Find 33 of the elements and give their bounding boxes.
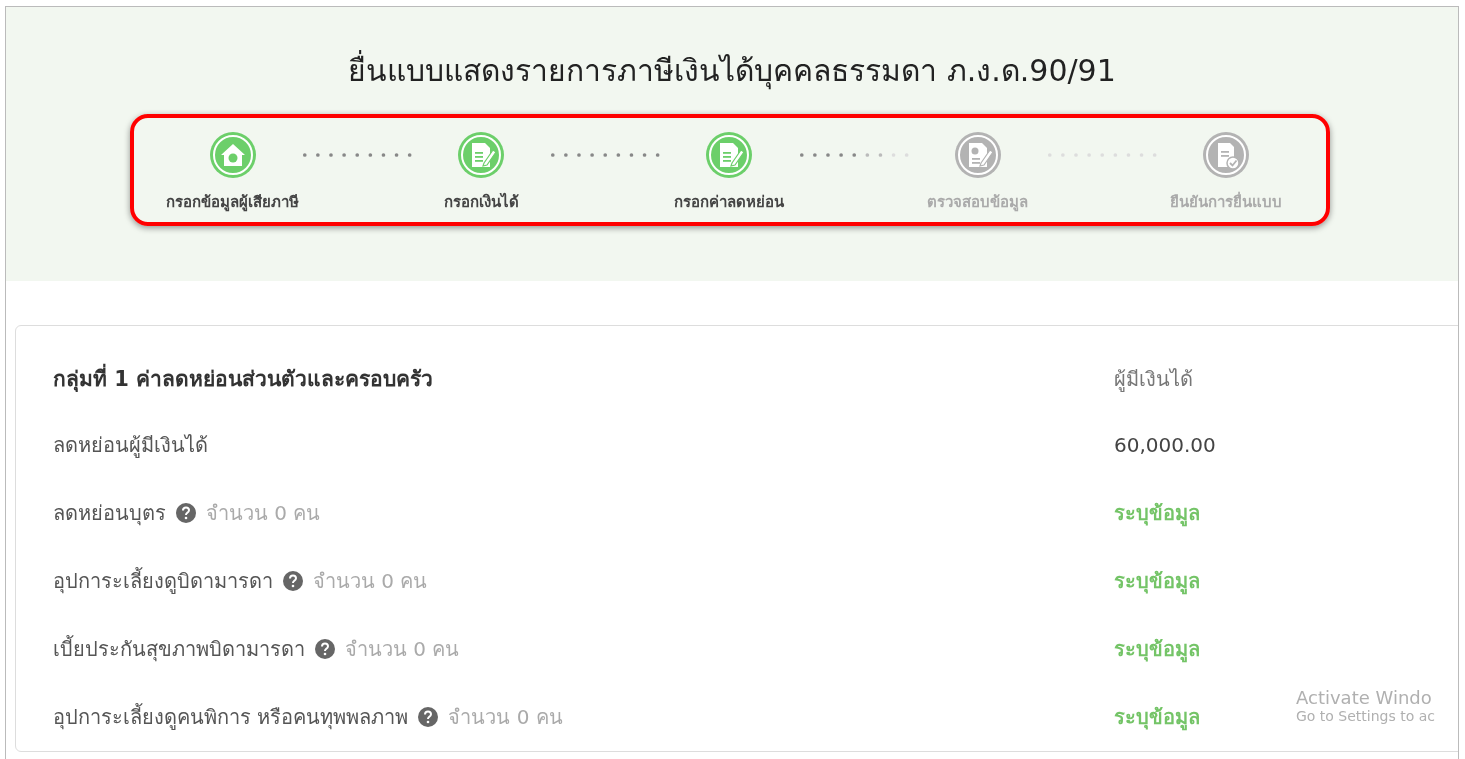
help-icon[interactable]: [418, 707, 439, 727]
column-header: ผู้มีเงินได้: [1114, 365, 1193, 394]
person-count: จำนวน 0 คน: [448, 704, 563, 731]
step-label: กรอกเงินได้: [443, 191, 519, 213]
specify-link[interactable]: ระบุข้อมูล: [1114, 701, 1200, 733]
help-icon[interactable]: [283, 571, 303, 591]
document-pencil-icon[interactable]: [952, 130, 1003, 180]
document-pencil-icon[interactable]: [456, 130, 506, 180]
page-title: ยื่นแบบแสดงรายการภาษีเงินได้บุคคลธรรมดา ภ.ง.ด.90/91: [348, 47, 1116, 94]
document-pencil-icon[interactable]: [704, 130, 755, 180]
person-count: จำนวน 0 คน: [313, 568, 428, 595]
step-label: กรอกข้อมูลผู้เสียภาษี: [166, 192, 299, 214]
row-label: ลดหย่อนผู้มีเงินได้: [53, 432, 208, 460]
step-label: กรอกค่าลดหย่อน: [674, 192, 785, 213]
specify-link[interactable]: ระบุข้อมูล: [1114, 497, 1200, 529]
person-count: จำนวน 0 คน: [345, 636, 460, 663]
row-label: ลดหย่อนบุตร: [53, 500, 166, 528]
activation-notice-text: Go to Settings to ac: [1296, 708, 1436, 724]
amount-value: 60,000.00: [1114, 433, 1216, 457]
document-check-icon[interactable]: [1201, 130, 1252, 180]
step-label: ยืนยันการยื่นแบบ: [1170, 190, 1283, 213]
section-heading: กลุ่มที่ 1 ค่าลดหย่อนส่วนตัวและครอบครัว: [53, 362, 1114, 395]
specify-link[interactable]: ระบุข้อมูล: [1114, 633, 1200, 665]
person-count: จำนวน 0 คน: [206, 500, 321, 527]
row-label: เบี้ยประกันสุขภาพบิดามารดา: [53, 634, 305, 664]
help-icon[interactable]: [315, 639, 335, 659]
activation-notice-title: Activate Windo: [1296, 687, 1433, 708]
row-label: อุปการะเลี้ยงดูคนพิการ หรือคนทุพพลภาพ: [53, 702, 409, 732]
house-icon[interactable]: [207, 130, 258, 180]
help-icon[interactable]: [176, 503, 196, 523]
step-label: ตรวจสอบข้อมูล: [927, 192, 1029, 214]
specify-link[interactable]: ระบุข้อมูล: [1114, 565, 1200, 597]
row-label: อุปการะเลี้ยงดูบิดามารดา: [53, 566, 273, 596]
